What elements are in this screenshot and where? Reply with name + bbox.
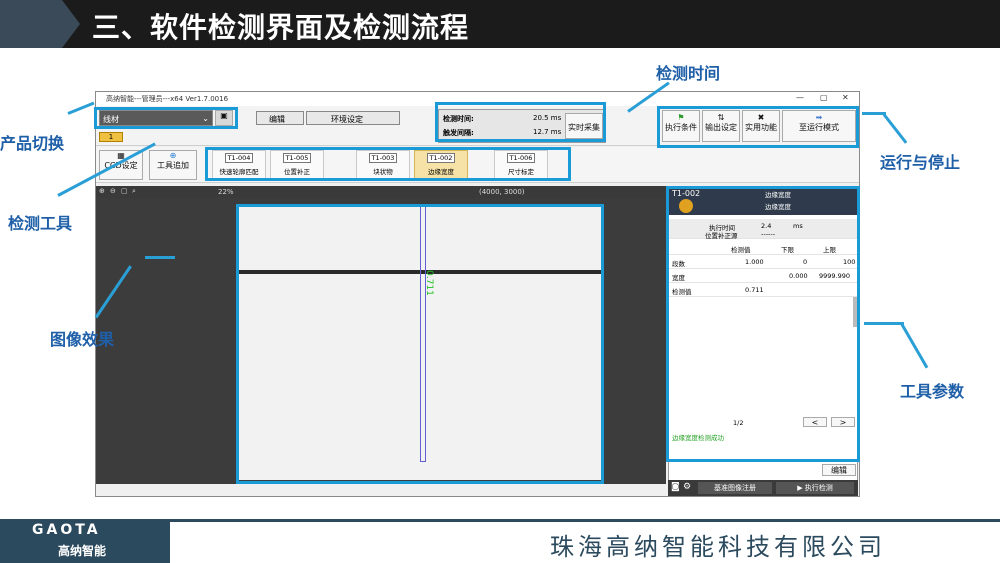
exec-detect-label: 执行检测 <box>804 484 833 492</box>
annotation-run-stop: 运行与停止 <box>880 153 961 172</box>
env-menu-label: 环境设定 <box>331 115 363 124</box>
maximize-icon[interactable]: ▢ <box>820 93 828 102</box>
register-image-button[interactable]: 基准图像注册 <box>698 482 772 494</box>
annotation-image-effect: 图像效果 <box>50 330 115 349</box>
fit-icon[interactable]: ▢ <box>121 187 128 195</box>
annotation-line <box>900 323 929 369</box>
company-logo: GAOTA <box>32 522 101 538</box>
edit-button[interactable]: 编辑 <box>822 464 856 476</box>
slide-title: 三、软件检测界面及检测流程 <box>92 11 470 44</box>
play-icon: ▶ <box>797 484 805 492</box>
tool-add-label: 工具追加 <box>157 161 189 170</box>
gear-icon[interactable]: ⚙ <box>683 482 691 492</box>
company-name: 珠海高纳智能科技有限公司 <box>550 533 886 561</box>
highlight-detect-tools <box>205 147 571 181</box>
image-resolution: (4000, 3000) <box>479 188 525 196</box>
tab-number: 1 <box>108 133 114 141</box>
highlight-image-effect <box>236 204 604 484</box>
add-icon: ⊕ <box>169 151 177 160</box>
panel-bottom-bar: ◙ ⚙ 基准图像注册 ▶ 执行检测 <box>668 480 858 496</box>
highlight-tool-params <box>666 186 860 462</box>
minimize-icon[interactable]: — <box>796 93 804 102</box>
annotation-line <box>882 113 908 144</box>
zoom-level: 22% <box>218 188 234 196</box>
annotation-product-switch: 产品切换 <box>0 134 65 153</box>
edit-menu-label: 编辑 <box>269 115 285 124</box>
close-icon[interactable]: ✕ <box>842 93 849 102</box>
annotation-line <box>864 322 904 325</box>
exec-detect-button[interactable]: ▶ 执行检测 <box>776 482 854 494</box>
env-setting-menu[interactable]: 环境设定 <box>306 111 400 125</box>
footer-divider <box>170 519 1000 522</box>
edit-menu[interactable]: 编辑 <box>256 111 304 125</box>
image-view-toolbar: ⊕ ⊖ ▢ ⌕ 22% (4000, 3000) <box>96 186 666 198</box>
camera-icon[interactable]: ◙ <box>671 482 680 492</box>
zoom-out-icon[interactable]: ⊖ <box>110 187 116 195</box>
annotation-line <box>145 256 175 259</box>
annotation-line <box>67 101 95 115</box>
zoom-in-icon[interactable]: ⊕ <box>99 187 105 195</box>
tool-add-button[interactable]: ⊕ 工具追加 <box>149 150 197 180</box>
search-icon[interactable]: ⌕ <box>132 187 136 196</box>
highlight-detect-time <box>435 102 606 142</box>
company-logo-cn: 高纳智能 <box>58 544 107 558</box>
register-image-label: 基准图像注册 <box>714 484 756 492</box>
tab-1[interactable]: 1 <box>99 132 123 142</box>
annotation-detect-time: 检测时间 <box>656 64 721 83</box>
highlight-run-stop <box>657 106 859 148</box>
annotation-tool-params: 工具参数 <box>900 382 965 401</box>
window-title: 高纳智能---管理员---x64 Ver1.7.0016 <box>106 95 229 103</box>
highlight-product-switch <box>94 107 238 129</box>
annotation-detect-tool: 检测工具 <box>8 214 73 233</box>
